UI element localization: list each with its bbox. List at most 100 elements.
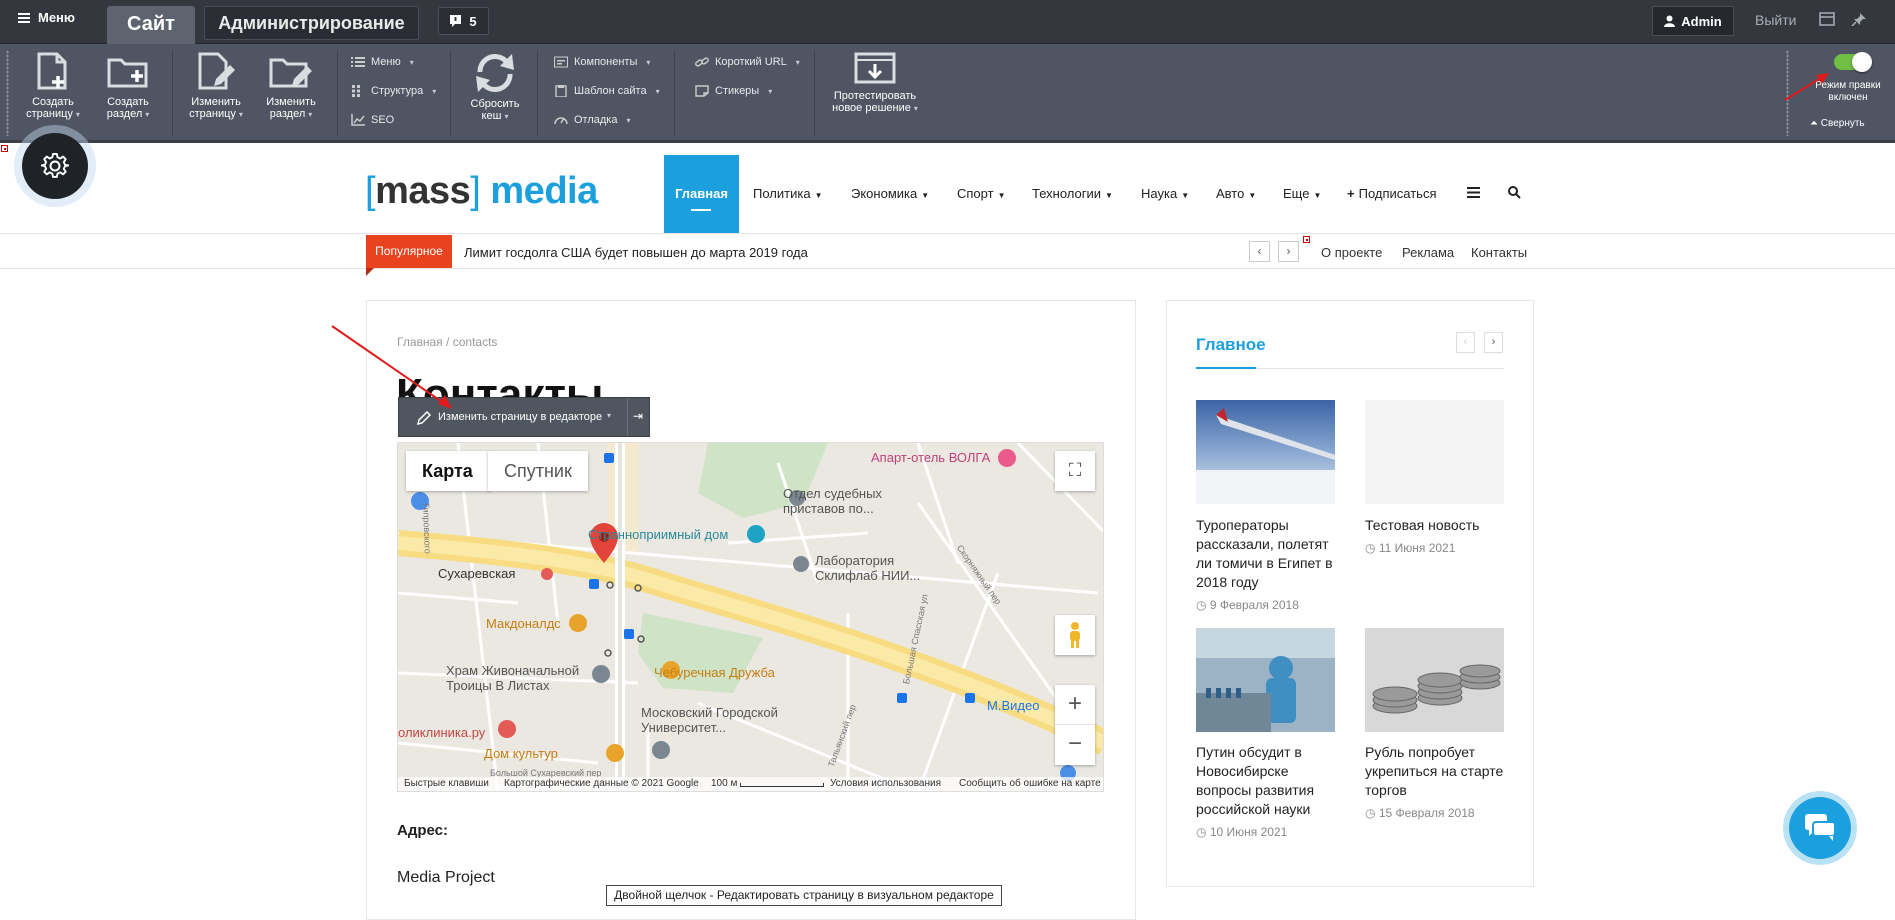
map-shortcuts-link[interactable]: Быстрые клавиши [404,778,489,789]
edit-page-button[interactable]: Изменить страницу ▾ [183,52,249,121]
link-contacts[interactable]: Контакты [1471,245,1527,260]
caret-icon: ▼ [814,191,823,200]
window-icon[interactable] [1819,12,1835,26]
edit-page-label: Изменить страницу [189,96,241,120]
create-page-button[interactable]: Создать страницу ▾ [20,52,86,121]
menu-button[interactable]: Меню [18,10,75,25]
map-scale: 100 м [711,778,738,789]
nav-economy[interactable]: Экономика ▼ [851,186,929,201]
map-tab-satellite[interactable]: Спутник [488,451,588,491]
create-page-icon [37,52,67,90]
edit-section-button[interactable]: Изменить раздел ▾ [258,52,324,121]
ticker-next-button[interactable]: › [1278,241,1299,262]
street-view-button[interactable] [1055,615,1095,655]
pin-right-icon[interactable]: ⇥ [633,409,643,423]
news-title[interactable]: Тестовая новость [1365,516,1505,535]
popular-badge: Популярное [366,235,452,276]
chat-icon [1805,814,1835,841]
nav-technology[interactable]: Технологии ▼ [1032,186,1113,201]
caret-icon: ▼ [997,191,1006,200]
short-url-item[interactable]: Короткий URL ▾ [695,56,800,68]
news-title[interactable]: Туроператоры рассказали, полетят ли томи… [1196,516,1336,592]
site-logo[interactable]: [mass] media [365,170,598,213]
map-report-link[interactable]: Сообщить об ошибке на карте [959,778,1101,789]
ticker-prev-button[interactable]: ‹ [1249,241,1270,262]
fullscreen-icon: ⛶ [1068,460,1082,480]
map-label: Апарт-отель ВОЛГА [871,450,991,465]
zoom-out-button[interactable]: − [1055,725,1095,765]
seo-item[interactable]: SEO [351,114,394,126]
reset-cache-button[interactable]: Сбросить кеш ▾ [462,52,528,123]
caret-icon[interactable]: ▾ [607,411,611,420]
dblclick-hint-tooltip: Двойной щелчок - Редактировать страницу … [606,885,1002,906]
structure-item[interactable]: Структура ▾ [351,85,436,97]
chat-widget-button[interactable] [1789,797,1851,859]
edit-mode-toggle[interactable] [1834,52,1872,72]
breadcrumb: Главная / contacts [397,335,498,349]
pencil-icon [417,411,431,425]
nav-auto[interactable]: Авто ▼ [1216,186,1256,201]
nav-science[interactable]: Наука ▼ [1141,186,1189,201]
ticker-headline[interactable]: Лимит госдолга США будет повышен до март… [464,245,808,260]
caret-icon: ▼ [1181,191,1190,200]
news-thumbnail-placeholder[interactable] [1365,400,1504,504]
google-map[interactable]: Карта Спутник ⛶ + − Апарт-отель ВОЛГА От… [397,442,1104,792]
caret-icon: ▼ [921,191,930,200]
company-name: Media Project [397,869,495,886]
stickers-item[interactable]: Стикеры ▾ [695,85,772,97]
nav-politics[interactable]: Политика ▼ [753,186,822,201]
fullscreen-button[interactable]: ⛶ [1055,451,1095,491]
test-solution-label: Протестировать новое решение [832,90,917,114]
template-icon [555,85,567,97]
edit-in-editor-popup[interactable]: Изменить страницу в редакторе ▾ ⇥ [398,397,650,437]
menu-item[interactable]: Меню ▾ [351,56,414,68]
notification-icon [450,15,462,27]
breadcrumb-current: contacts [452,335,498,349]
link-about[interactable]: О проекте [1321,245,1382,260]
admin-top-bar: Меню Сайт Администрирование 5 Admin Выйт… [0,0,1895,44]
edit-marker[interactable] [1303,236,1310,243]
search-icon[interactable] [1508,186,1521,199]
map-label: Московский Городской Университет... [641,705,778,735]
hamburger-menu-icon[interactable] [1467,187,1480,198]
edit-marker[interactable] [1,145,8,152]
breadcrumb-home[interactable]: Главная [397,335,443,349]
tab-site[interactable]: Сайт [107,6,195,44]
edit-section-icon [269,58,312,88]
site-template-item[interactable]: Шаблон сайта ▾ [554,85,660,97]
debug-item[interactable]: Отладка ▾ [554,114,631,126]
pin-icon[interactable] [1851,12,1867,26]
settings-float-button[interactable] [22,133,88,199]
map-label: Странноприимный дом [588,527,729,542]
refresh-icon [476,53,514,93]
gauge-icon [554,117,568,125]
map-scale-bar [740,783,824,787]
news-title[interactable]: Рубль попробует укрепиться на старте тор… [1365,743,1505,800]
chevron-left-icon: ‹ [1463,336,1468,348]
zoom-in-button[interactable]: + [1055,685,1095,725]
sidebar-prev-button[interactable]: ‹ [1456,332,1475,353]
nav-subscribe[interactable]: + Подписаться [1347,186,1436,201]
notifications-button[interactable]: 5 [438,7,489,35]
logout-link[interactable]: Выйти [1755,12,1796,28]
nav-sport[interactable]: Спорт ▼ [957,186,1005,201]
news-thumbnail-airplane[interactable] [1196,400,1335,504]
map-tab-map[interactable]: Карта [406,451,490,491]
news-thumbnail-coins[interactable] [1365,628,1504,732]
clock-icon: ◷ [1365,541,1379,555]
link-ads[interactable]: Реклама [1402,245,1454,260]
map-terms-link[interactable]: Условия использования [830,778,941,789]
nav-home[interactable]: Главная [664,155,739,233]
sidebar-next-button[interactable]: › [1484,332,1503,353]
news-date: ◷ 10 Июня 2021 [1196,825,1288,839]
nav-more[interactable]: Еще ▼ [1283,186,1321,201]
components-item[interactable]: Компоненты ▾ [554,56,650,68]
tab-administration[interactable]: Администрирование [204,6,419,40]
test-new-solution-button[interactable]: Протестировать новое решение ▾ [825,52,925,115]
news-thumbnail-lab[interactable] [1196,628,1335,732]
news-title[interactable]: Путин обсудит в Новосибирске вопросы раз… [1196,743,1336,819]
user-button[interactable]: Admin [1652,6,1734,36]
collapse-button[interactable]: ⏶ Свернуть [1810,118,1865,129]
map-label: Дом культур [484,746,558,761]
create-section-button[interactable]: Создать раздел ▾ [95,52,161,121]
